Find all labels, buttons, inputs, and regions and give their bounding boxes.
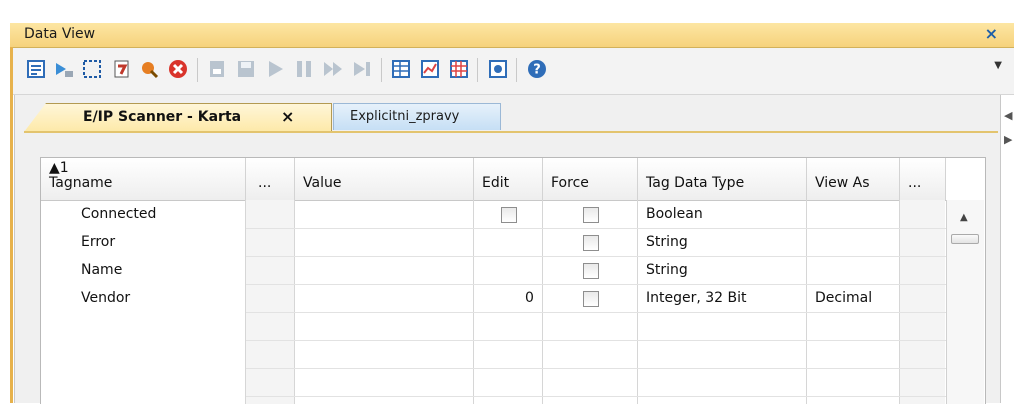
collapse-right-icon[interactable]: ▶ bbox=[1004, 133, 1012, 146]
select-icon[interactable] bbox=[81, 58, 103, 80]
column-divider bbox=[542, 200, 543, 404]
row-divider bbox=[246, 340, 946, 341]
tab-strip-underline bbox=[24, 131, 998, 133]
stop-icon[interactable] bbox=[167, 58, 189, 80]
column-header-tagname[interactable]: Tagname ▲1 bbox=[41, 158, 246, 200]
column-divider bbox=[637, 200, 638, 404]
grid-view-icon[interactable] bbox=[448, 58, 470, 80]
row-divider bbox=[246, 396, 946, 397]
new-icon[interactable] bbox=[206, 58, 228, 80]
row-divider bbox=[246, 368, 946, 369]
help-icon[interactable]: ? bbox=[526, 58, 548, 80]
vertical-scrollbar[interactable]: ▲ bbox=[946, 200, 984, 404]
toolbar-separator bbox=[197, 58, 198, 82]
tag-data-type-cell: Integer, 32 Bit bbox=[646, 290, 747, 306]
column-divider bbox=[806, 200, 807, 404]
force-checkbox[interactable] bbox=[583, 263, 599, 279]
column-divider bbox=[245, 200, 246, 404]
tag-grid: Tagname ▲1 ... Value Edit Force Tag Data… bbox=[40, 157, 986, 404]
column-divider bbox=[294, 200, 295, 404]
tab-label: Explicitni_zpravy bbox=[350, 109, 460, 124]
toolbar: ▼ ? bbox=[13, 48, 1014, 95]
document-icon[interactable] bbox=[110, 58, 132, 80]
row-divider bbox=[246, 284, 946, 285]
force-checkbox[interactable] bbox=[583, 235, 599, 251]
view-as-cell[interactable]: Decimal bbox=[815, 290, 872, 306]
header-label: View As bbox=[815, 175, 870, 191]
more-column-2-shade bbox=[900, 200, 945, 404]
go-to-icon[interactable] bbox=[53, 58, 75, 80]
fast-forward-icon[interactable] bbox=[322, 58, 344, 80]
window-border bbox=[10, 47, 13, 403]
column-header-tag-data-type[interactable]: Tag Data Type bbox=[638, 158, 807, 200]
row-divider bbox=[246, 228, 946, 229]
filter-icon[interactable] bbox=[138, 58, 160, 80]
column-header-view-as[interactable]: View As bbox=[807, 158, 900, 200]
header-label: ... bbox=[908, 175, 922, 191]
edit-checkbox[interactable] bbox=[501, 207, 517, 223]
settings-view-icon[interactable] bbox=[487, 58, 509, 80]
column-header-more[interactable]: ... bbox=[246, 158, 295, 200]
grid-header: Tagname ▲1 ... Value Edit Force Tag Data… bbox=[41, 158, 946, 201]
column-header-force[interactable]: Force bbox=[543, 158, 638, 200]
column-header-value[interactable]: Value bbox=[295, 158, 474, 200]
scroll-up-icon[interactable]: ▲ bbox=[960, 212, 968, 223]
column-divider bbox=[473, 200, 474, 404]
tagname-cell[interactable]: Vendor bbox=[81, 290, 130, 306]
force-checkbox[interactable] bbox=[583, 291, 599, 307]
tab-eip-scanner-karta[interactable]: E/IP Scanner - Karta × bbox=[24, 103, 332, 132]
close-tab-icon[interactable]: × bbox=[281, 107, 294, 126]
save-icon[interactable] bbox=[235, 58, 257, 80]
edit-value-cell[interactable]: 0 bbox=[525, 290, 534, 306]
collapse-left-icon[interactable]: ◀ bbox=[1004, 109, 1012, 122]
tagname-cell[interactable]: Error bbox=[81, 234, 115, 250]
svg-text:?: ? bbox=[533, 63, 541, 78]
tag-data-type-cell: String bbox=[646, 262, 688, 278]
toolbar-separator bbox=[477, 58, 478, 82]
tag-data-type-cell: Boolean bbox=[646, 206, 703, 222]
column-header-edit[interactable]: Edit bbox=[474, 158, 543, 200]
scroll-thumb[interactable] bbox=[951, 234, 979, 244]
close-icon[interactable]: × bbox=[985, 24, 998, 43]
tab-label: E/IP Scanner - Karta bbox=[83, 109, 242, 125]
toolbar-separator bbox=[381, 58, 382, 82]
trend-view-icon[interactable] bbox=[419, 58, 441, 80]
toolbar-overflow-dropdown[interactable]: ▼ bbox=[994, 60, 1002, 71]
sort-ascending-icon: ▲1 bbox=[49, 160, 69, 176]
header-label: Tag Data Type bbox=[646, 175, 745, 191]
tag-data-type-cell: String bbox=[646, 234, 688, 250]
toolbar-separator bbox=[516, 58, 517, 82]
tagname-cell[interactable]: Connected bbox=[81, 206, 156, 222]
side-arrows: ◀ ▶ bbox=[1002, 109, 1014, 169]
pause-icon[interactable] bbox=[293, 58, 315, 80]
play-icon[interactable] bbox=[264, 58, 286, 80]
header-label: Force bbox=[551, 175, 589, 191]
step-end-icon[interactable] bbox=[351, 58, 373, 80]
table-view-icon[interactable] bbox=[390, 58, 412, 80]
row-divider bbox=[246, 312, 946, 313]
column-divider bbox=[899, 200, 900, 404]
header-label: Value bbox=[303, 175, 342, 191]
row-divider bbox=[246, 256, 946, 257]
tab-explicitni-zpravy[interactable]: Explicitni_zpravy bbox=[333, 103, 501, 130]
more-column-shade bbox=[246, 200, 294, 404]
tagname-cell[interactable]: Name bbox=[81, 262, 122, 278]
force-checkbox[interactable] bbox=[583, 207, 599, 223]
column-header-more-2[interactable]: ... bbox=[900, 158, 946, 200]
window-title: Data View bbox=[24, 26, 96, 42]
properties-icon[interactable] bbox=[25, 58, 47, 80]
header-label: ... bbox=[258, 175, 272, 191]
header-label: Edit bbox=[482, 175, 510, 191]
data-view-titlebar: Data View × bbox=[10, 23, 1014, 48]
